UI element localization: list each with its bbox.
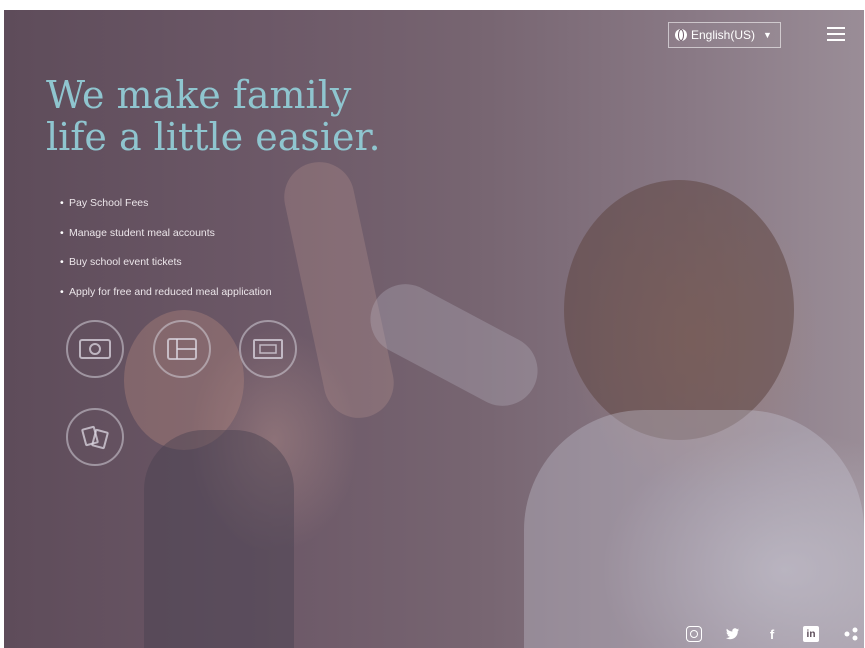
linkedin-icon[interactable]: in bbox=[803, 626, 819, 642]
headline-line-1: We make family bbox=[46, 73, 352, 117]
feature-label: Manage student meal accounts bbox=[69, 226, 215, 239]
facebook-glyph: f bbox=[769, 626, 775, 642]
ticket-icon[interactable] bbox=[239, 320, 297, 378]
photo-woman-shirt bbox=[524, 410, 864, 648]
headline-line-2: life a little easier. bbox=[46, 115, 381, 159]
feature-item: • Manage student meal accounts bbox=[60, 224, 272, 254]
share-icon[interactable] bbox=[843, 626, 859, 642]
caret-down-icon: ▼ bbox=[763, 30, 772, 40]
feature-item: • Buy school event tickets bbox=[60, 253, 272, 283]
instagram-icon[interactable] bbox=[686, 626, 702, 642]
feature-label: Pay School Fees bbox=[69, 197, 149, 209]
language-label: English(US) bbox=[691, 28, 756, 42]
photo-raised-arms bbox=[277, 155, 401, 425]
feature-item: • Apply for free and reduced meal applica… bbox=[60, 283, 272, 313]
facebook-icon[interactable]: f bbox=[764, 626, 780, 642]
meal-tray-icon[interactable] bbox=[153, 320, 211, 378]
photo-girl-body bbox=[144, 430, 294, 648]
language-selector[interactable]: English(US) ▼ bbox=[668, 22, 781, 48]
application-icon[interactable] bbox=[66, 408, 124, 466]
money-icon[interactable] bbox=[66, 320, 124, 378]
hamburger-menu-icon[interactable] bbox=[827, 27, 845, 41]
hero-headline: We make family life a little easier. bbox=[46, 74, 446, 158]
feature-item: • Pay School Fees bbox=[60, 194, 272, 224]
feature-label: Buy school event tickets bbox=[69, 256, 182, 268]
globe-icon bbox=[675, 29, 687, 41]
feature-label: Apply for free and reduced meal applicat… bbox=[69, 285, 272, 298]
photo-woman-head bbox=[564, 180, 794, 440]
twitter-icon[interactable] bbox=[725, 626, 741, 642]
linkedin-glyph: in bbox=[806, 628, 816, 640]
feature-list: • Pay School Fees • Manage student meal ac… bbox=[60, 194, 272, 312]
